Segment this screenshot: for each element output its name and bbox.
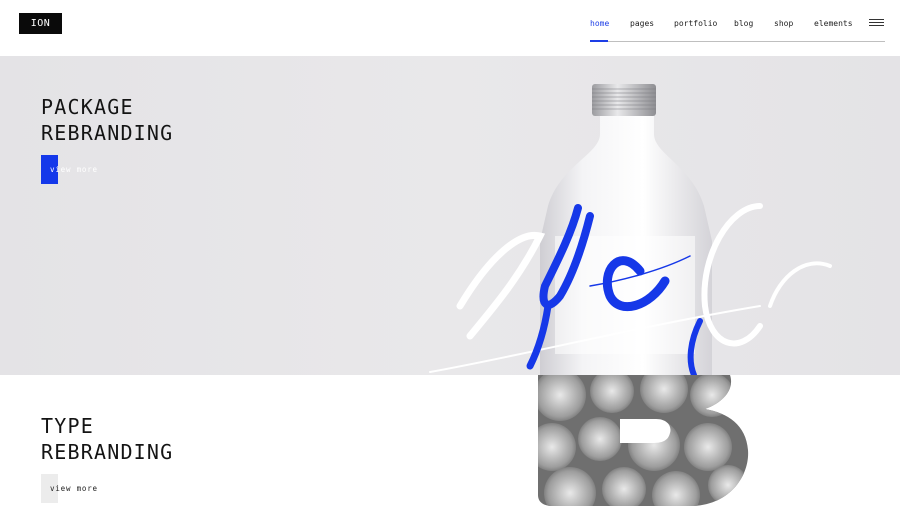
- nav-portfolio[interactable]: portfolio: [674, 19, 734, 28]
- nav-home[interactable]: home: [590, 19, 630, 28]
- nav-active-indicator: [590, 40, 608, 42]
- hamburger-icon[interactable]: [869, 19, 884, 28]
- slide-type-rebranding: TYPE REBRANDING view more: [0, 375, 900, 506]
- slide-package-rebranding: PACKAGE REBRANDING view more: [0, 56, 900, 375]
- site-header: ION home pages portfolio blog shop eleme…: [0, 0, 900, 56]
- slide-title: TYPE REBRANDING: [41, 413, 173, 465]
- main-nav: home pages portfolio blog shop elements: [590, 19, 864, 28]
- slide-title-line2: REBRANDING: [41, 440, 174, 464]
- nav-pages[interactable]: pages: [630, 19, 674, 28]
- view-more-label: view more: [50, 484, 98, 493]
- view-more-button[interactable]: view more: [41, 155, 97, 184]
- nav-elements[interactable]: elements: [814, 19, 864, 28]
- slide-title-line1: PACKAGE: [41, 95, 134, 119]
- view-more-button[interactable]: view more: [41, 474, 97, 503]
- slide-title-line2: REBRANDING: [41, 121, 174, 145]
- nav-divider: [590, 41, 885, 42]
- nav-blog[interactable]: blog: [734, 19, 774, 28]
- view-more-label: view more: [50, 165, 98, 174]
- slide-title-line1: TYPE: [41, 414, 94, 438]
- logo[interactable]: ION: [19, 13, 62, 34]
- nav-shop[interactable]: shop: [774, 19, 814, 28]
- slide-title: PACKAGE REBRANDING: [41, 94, 173, 146]
